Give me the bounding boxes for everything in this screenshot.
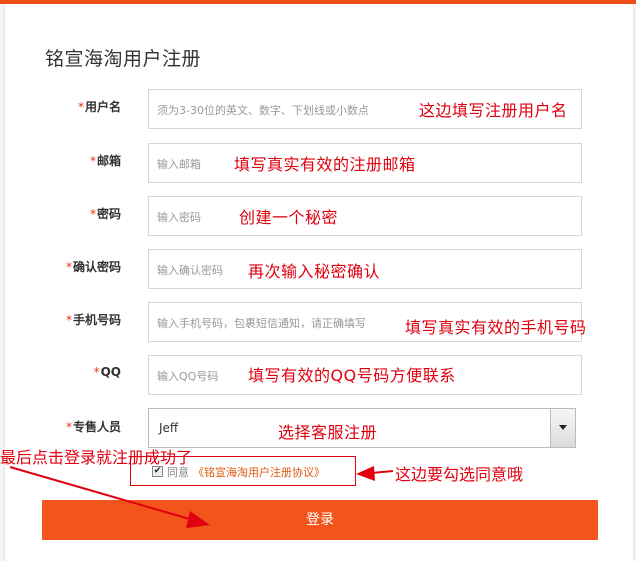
annotation-arrows: [9, 466, 394, 528]
arrow-to-login-icon: [9, 466, 210, 528]
arrow-to-agreement-icon: [356, 466, 394, 481]
